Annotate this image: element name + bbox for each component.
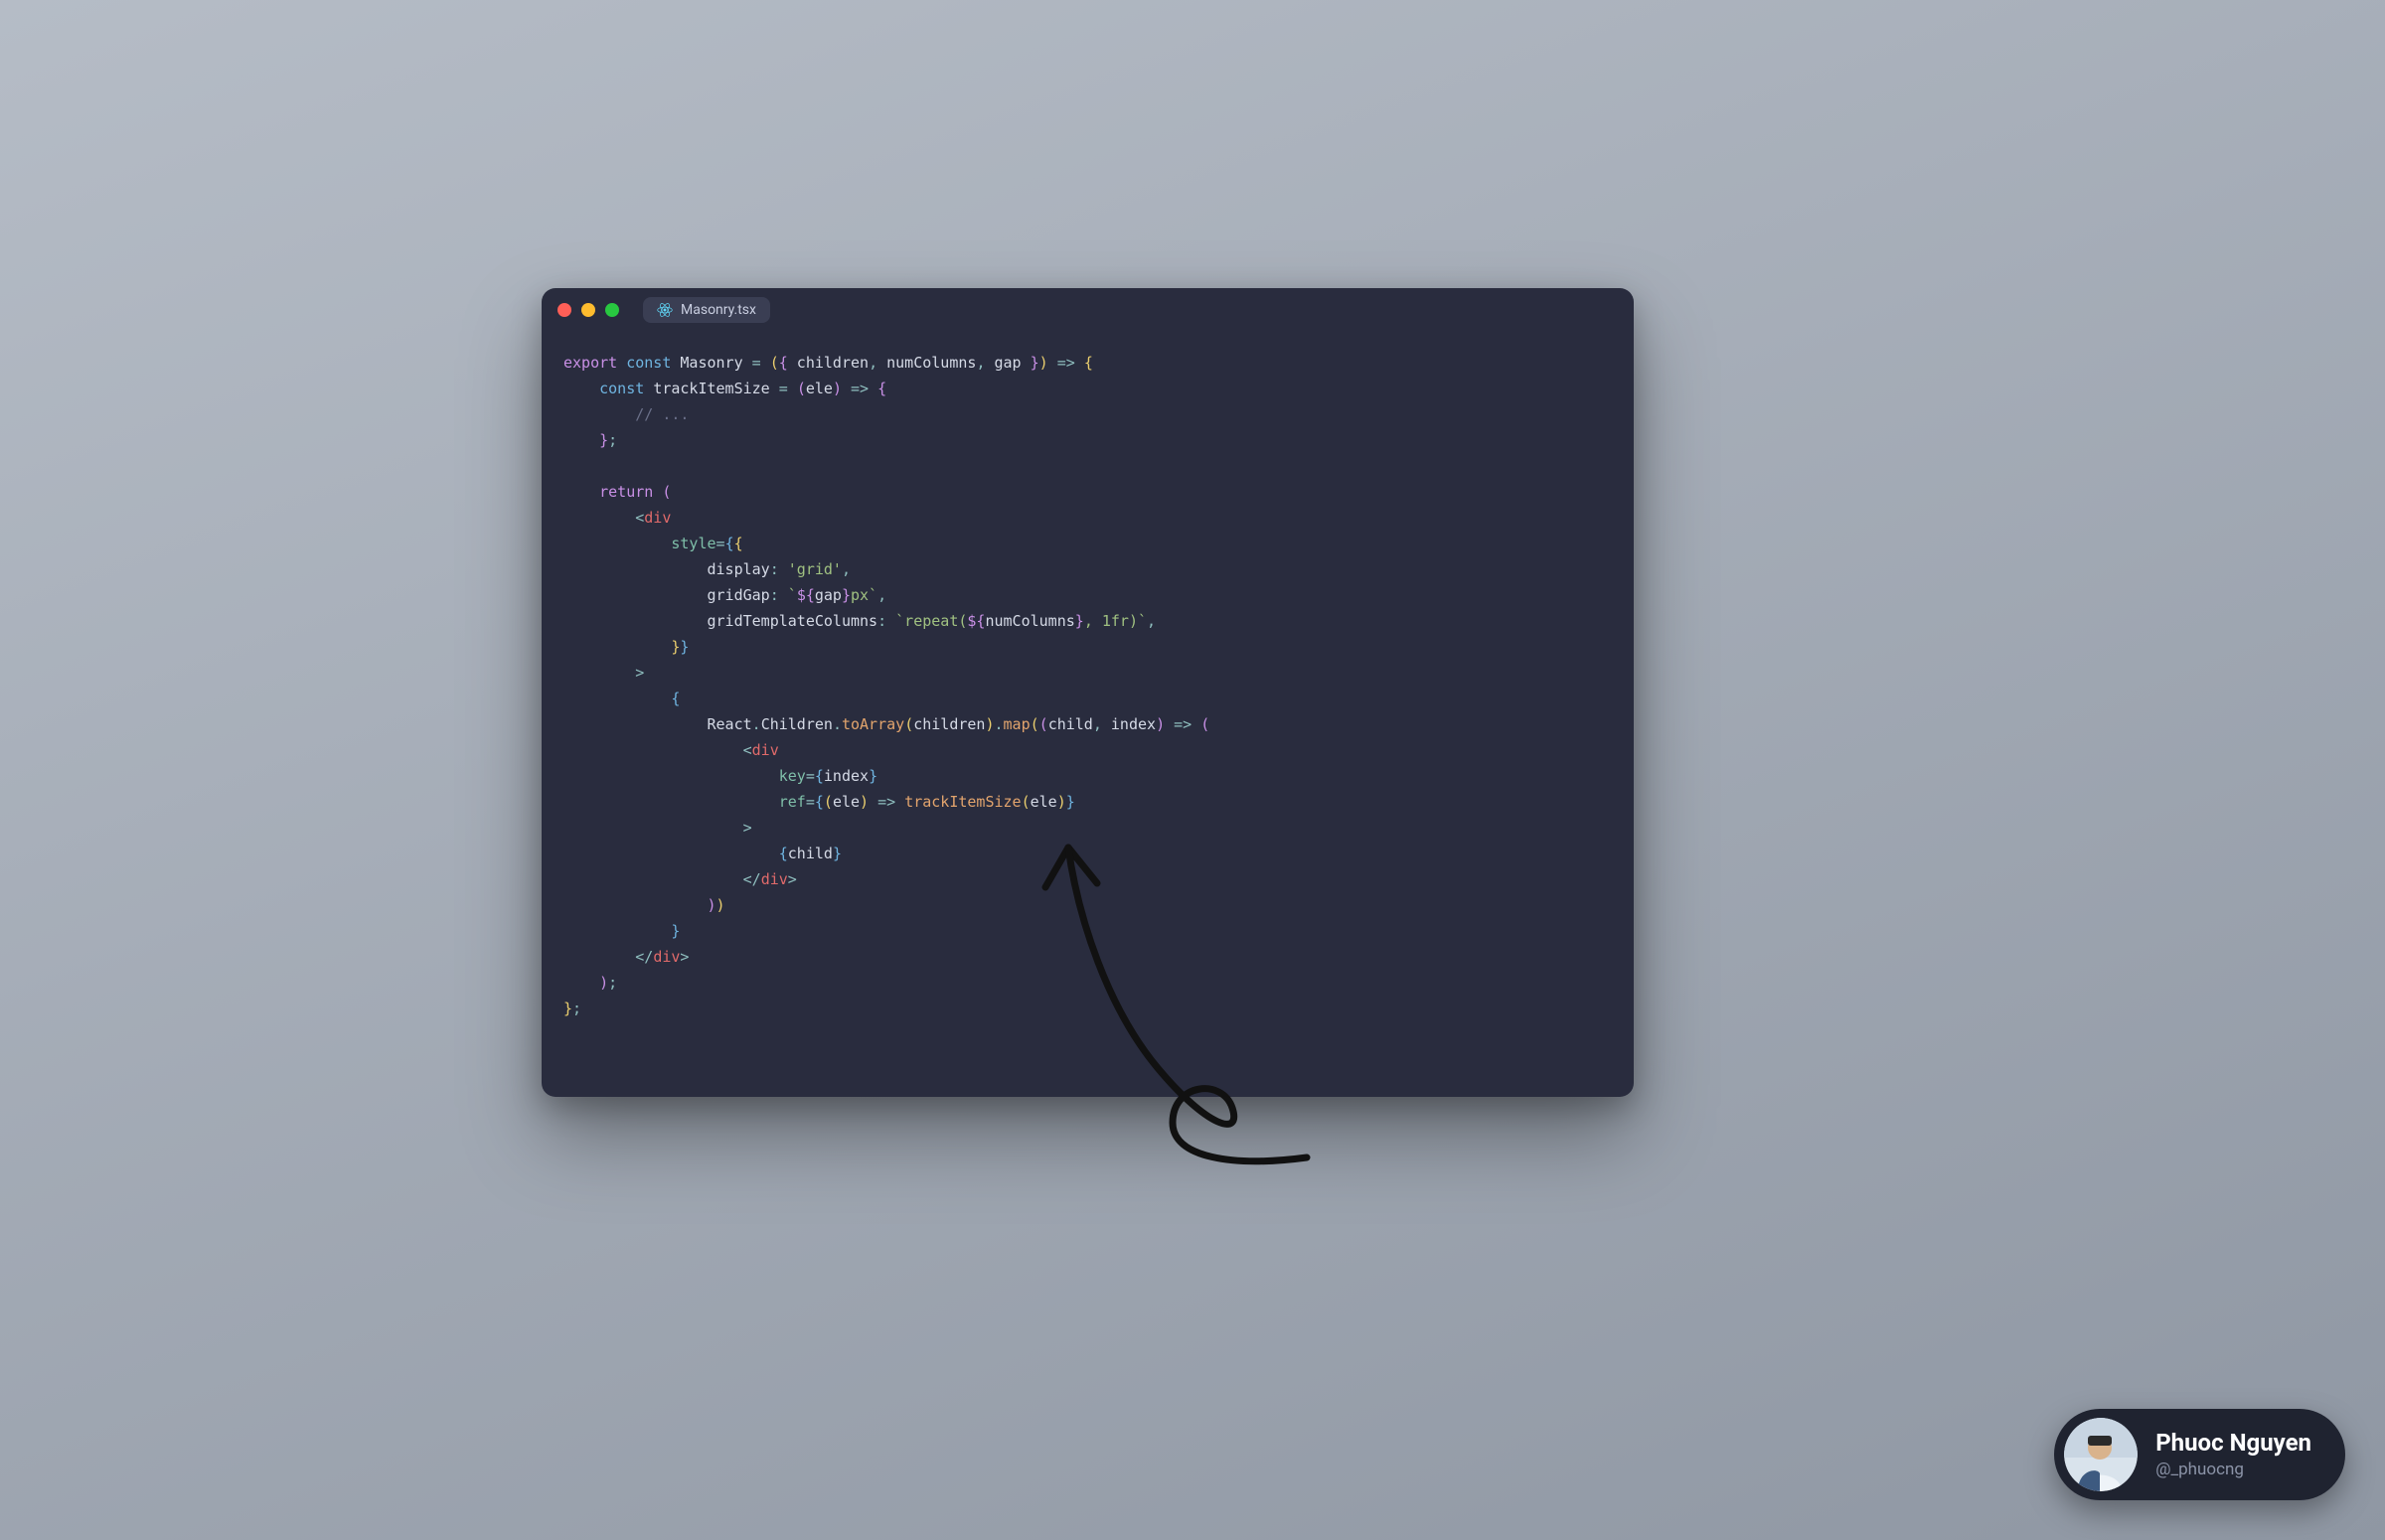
author-badge[interactable]: Phuoc Nguyen @_phuocng: [2054, 1409, 2345, 1500]
code-window: Masonry.tsx export const Masonry = ({ ch…: [542, 288, 1634, 1097]
author-handle: @_phuocng: [2155, 1460, 2311, 1479]
minimize-icon[interactable]: [581, 303, 595, 317]
file-tab[interactable]: Masonry.tsx: [643, 297, 770, 323]
code-content[interactable]: export const Masonry = ({ children, numC…: [542, 332, 1634, 1097]
traffic-lights: [557, 303, 619, 317]
close-icon[interactable]: [557, 303, 571, 317]
window-titlebar: Masonry.tsx: [542, 288, 1634, 332]
maximize-icon[interactable]: [605, 303, 619, 317]
author-name: Phuoc Nguyen: [2155, 1429, 2311, 1458]
author-text: Phuoc Nguyen @_phuocng: [2155, 1429, 2311, 1479]
react-icon: [657, 302, 673, 318]
avatar: [2064, 1418, 2138, 1491]
file-tab-label: Masonry.tsx: [681, 302, 756, 318]
